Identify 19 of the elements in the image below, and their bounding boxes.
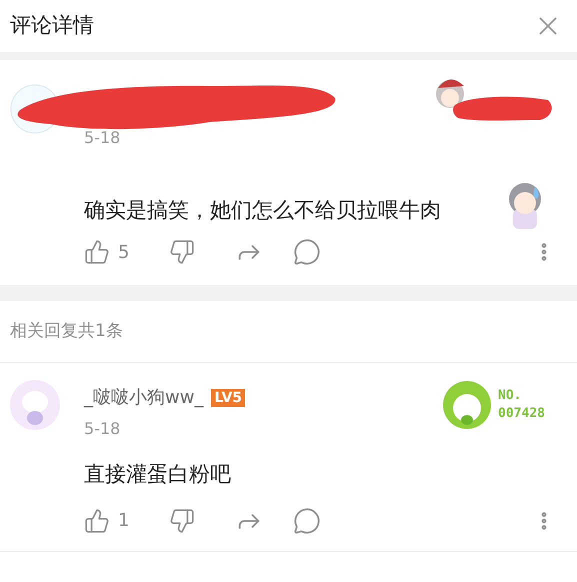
like-icon[interactable] bbox=[84, 508, 110, 534]
level-badge: LV5 bbox=[211, 388, 246, 406]
reply-date: 5-18 bbox=[84, 418, 122, 440]
replies-heading: 相关回复共1条 bbox=[10, 320, 123, 343]
username[interactable]: _啵啵小狗ww_ bbox=[84, 384, 204, 411]
dislike-icon[interactable] bbox=[169, 239, 196, 265]
like-count: 1 bbox=[118, 509, 130, 533]
avatar[interactable] bbox=[10, 380, 60, 430]
dislike-icon[interactable] bbox=[169, 508, 196, 534]
fan-number: NO. bbox=[498, 387, 523, 405]
comment-text: 确实是搞笑，她们怎么不给贝拉喂牛肉 bbox=[84, 196, 441, 224]
page-title: 评论详情 bbox=[10, 12, 94, 40]
like-count: 5 bbox=[118, 240, 130, 264]
fan-number: 007428 bbox=[498, 405, 545, 423]
comment-date: 5-18 bbox=[84, 128, 120, 147]
reply-text: 直接灌蛋白粉吧 bbox=[84, 462, 231, 486]
reply-icon[interactable] bbox=[293, 506, 322, 534]
reply-icon[interactable] bbox=[293, 238, 322, 266]
like-icon[interactable] bbox=[84, 239, 110, 265]
